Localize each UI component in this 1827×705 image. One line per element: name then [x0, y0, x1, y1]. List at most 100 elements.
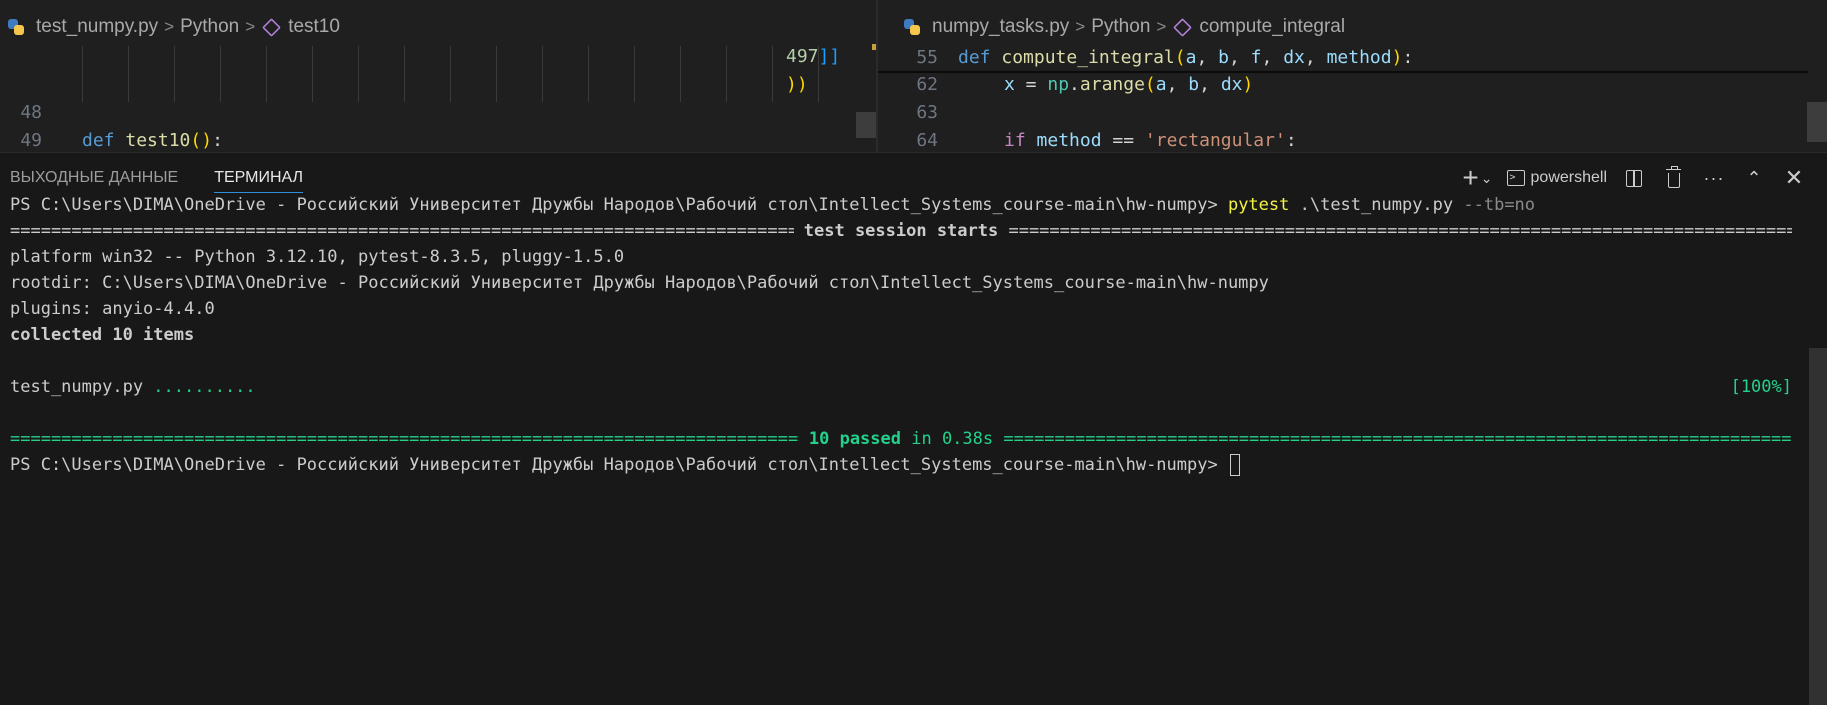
terminal-prompt: PS C:\Users\DIMA\OneDrive - Российский У…: [10, 455, 1228, 475]
chevron-right-icon: >: [1156, 17, 1167, 36]
code-param: f: [1250, 47, 1262, 68]
code-func: arange: [1079, 74, 1145, 95]
method-symbol-icon: [1173, 17, 1193, 37]
editor-left[interactable]: test_numpy.py > Python > test10 497]] ))…: [0, 0, 876, 152]
chevron-down-icon: ⌄: [1480, 169, 1493, 186]
command-flag: --tb=no: [1453, 195, 1536, 215]
code-colon: :: [212, 130, 223, 151]
new-terminal-button[interactable]: + ⌄: [1462, 163, 1492, 193]
code-line-62: 62 x = np. arange(a, b, dx): [878, 71, 1253, 98]
code-var: x: [1004, 74, 1015, 95]
code-open-paren: (: [1174, 47, 1186, 68]
code-line-tail: 497]]: [786, 43, 840, 70]
command-name: pytest: [1227, 195, 1290, 215]
rootdir-line: rootdir: C:\Users\DIMA\OneDrive - Россий…: [10, 273, 1269, 293]
code-param: method: [1326, 47, 1392, 68]
terminal-selector[interactable]: > powershell: [1506, 163, 1607, 193]
breadcrumb-right: numpy_tasks.py > Python > compute_integr…: [904, 8, 1345, 46]
terminal-command-line: PS C:\Users\DIMA\OneDrive - Российский У…: [10, 192, 1792, 218]
line-number: 63: [916, 102, 938, 123]
code-line-49: 49 def test10():: [0, 127, 223, 152]
separator-left: ========================================…: [10, 429, 799, 449]
chevron-right-icon: >: [245, 17, 256, 36]
method-symbol-icon: [262, 17, 282, 37]
result-dots: ..........: [153, 377, 256, 397]
chevron-right-icon: >: [164, 17, 175, 36]
code-close-paren: ): [1391, 47, 1403, 68]
code-keyword: if: [1004, 130, 1026, 151]
collected-line: collected 10 items: [10, 325, 195, 345]
kill-terminal-button[interactable]: [1661, 163, 1687, 193]
vscode-window: test_numpy.py > Python > test10 497]] ))…: [0, 0, 1827, 705]
code-keyword: def: [958, 47, 991, 68]
code-function-name: test10: [125, 130, 191, 151]
separator-right: ========================================…: [1003, 429, 1792, 449]
close-panel-button[interactable]: ✕: [1781, 163, 1807, 193]
code-line-63: 63: [878, 99, 938, 126]
maximize-icon: ⌃: [1746, 167, 1762, 188]
code-line-48: 48: [0, 99, 42, 126]
line-number: 64: [916, 130, 938, 151]
editor-right-scrollbar[interactable]: [1807, 102, 1827, 142]
split-terminal-button[interactable]: [1621, 163, 1647, 193]
separator-right: ========================================…: [1008, 221, 1792, 241]
separator-left: ========================================…: [10, 221, 794, 241]
code-module: np: [1047, 74, 1070, 95]
chevron-right-icon: >: [1075, 17, 1086, 36]
result-percent: [100%]: [1730, 377, 1792, 397]
summary-separator: ========================================…: [10, 426, 1792, 452]
line-number: 62: [916, 74, 938, 95]
plugins-line: plugins: anyio-4.4.0: [10, 299, 215, 319]
code-number: 497: [786, 46, 819, 67]
breadcrumb-file[interactable]: test_numpy.py: [36, 16, 158, 38]
breadcrumb-lang[interactable]: Python: [180, 16, 239, 38]
code-arg: dx: [1220, 74, 1243, 95]
breadcrumb-lang[interactable]: Python: [1091, 16, 1150, 38]
session-separator: ========================================…: [10, 218, 1792, 244]
trash-icon: [1666, 165, 1681, 188]
session-title: test session starts: [793, 221, 1009, 241]
code-colon: :: [1402, 47, 1414, 68]
breadcrumb-symbol[interactable]: compute_integral: [1199, 16, 1345, 38]
terminal-scrollbar[interactable]: [1809, 348, 1827, 705]
summary-passed: 10 passed: [798, 429, 901, 449]
code-function-name: compute_integral: [1001, 47, 1175, 68]
line-number: 48: [20, 102, 42, 123]
code-parens: (): [190, 130, 213, 151]
platform-line: platform win32 -- Python 3.12.10, pytest…: [10, 247, 625, 267]
terminal-output[interactable]: PS C:\Users\DIMA\OneDrive - Российский У…: [10, 192, 1792, 672]
code-arg: a: [1155, 74, 1167, 95]
code-close-paren: ): [1242, 74, 1254, 95]
terminal-cursor: [1229, 454, 1240, 476]
line-number: 55: [916, 47, 938, 68]
editor-left-scrollbar[interactable]: [856, 112, 876, 138]
result-file: test_numpy.py: [10, 377, 154, 397]
code-arg: b: [1188, 74, 1200, 95]
python-file-icon: [8, 19, 24, 35]
code-param: a: [1185, 47, 1197, 68]
code-var: method: [1036, 130, 1102, 151]
code-line-55-sticky: 55 def compute_integral(a, b, f, dx, met…: [878, 44, 1413, 71]
code-colon: :: [1285, 130, 1297, 151]
command-arg: .\test_numpy.py: [1289, 195, 1454, 215]
close-icon: ✕: [1784, 165, 1804, 190]
code-param: b: [1218, 47, 1229, 68]
breadcrumb-symbol[interactable]: test10: [288, 16, 340, 38]
maximize-panel-button[interactable]: ⌃: [1741, 163, 1767, 193]
python-file-icon: [904, 19, 920, 35]
more-icon: ···: [1703, 167, 1725, 188]
plus-icon: +: [1462, 162, 1479, 193]
code-keyword: def: [82, 130, 115, 151]
editor-right[interactable]: numpy_tasks.py > Python > compute_integr…: [878, 0, 1827, 152]
code-op: ==: [1101, 130, 1145, 151]
split-icon: [1626, 169, 1642, 187]
summary-time: in 0.38s: [901, 429, 1004, 449]
more-actions-button[interactable]: ···: [1701, 163, 1727, 193]
code-line-close: )): [786, 71, 808, 98]
terminal-prompt: PS C:\Users\DIMA\OneDrive - Российский У…: [10, 195, 1228, 215]
breadcrumb-file[interactable]: numpy_tasks.py: [932, 16, 1069, 38]
bottom-panel: ВЫХОДНЫЕ ДАННЫЕ ТЕРМИНАЛ + ⌄ > powershel…: [0, 152, 1827, 705]
terminal-icon: >: [1506, 170, 1525, 186]
